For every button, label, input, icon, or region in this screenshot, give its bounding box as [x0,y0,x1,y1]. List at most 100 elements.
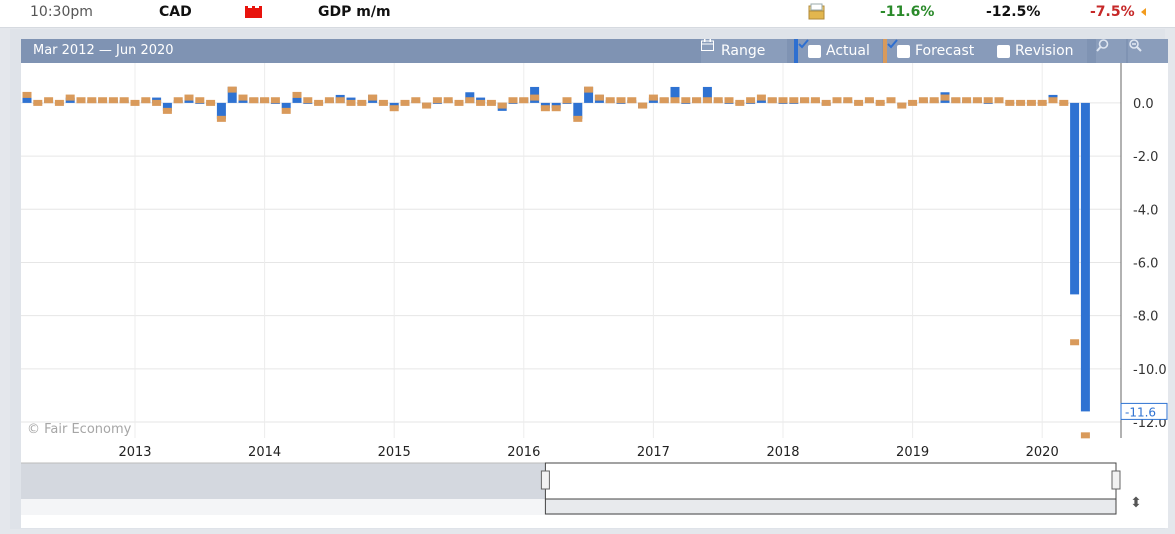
y-tick-label: 0.0 [1133,97,1154,112]
forecast-marker [735,99,745,106]
navigator-selection [544,462,1117,500]
navigator-handle-left [540,470,550,490]
forecast-marker [864,97,874,104]
forecast-marker [184,94,194,101]
forecast-marker [994,97,1004,104]
y-tick-label: -8.0 [1133,310,1158,325]
forecast-marker [897,102,907,109]
event-name: GDP m/m [318,4,391,20]
forecast-marker [627,97,637,104]
zoom-in-button[interactable] [1096,39,1126,63]
forecast-marker [562,97,572,104]
forecast-marker [497,102,507,109]
forecast-marker [162,107,172,114]
revision-label: Revision [1015,43,1074,59]
forecast-marker [972,97,982,104]
forecast-value: -12.5% [986,4,1041,20]
open-detail-icon[interactable] [807,3,827,21]
x-tick-label: 2019 [896,445,929,460]
forecast-marker [659,97,669,104]
forecast-marker [454,99,464,106]
scroll-arrows-icon: ⬍ [1130,495,1142,511]
forecast-label: Forecast [915,43,975,59]
forecast-marker [260,97,270,104]
forecast-marker [54,99,64,106]
forecast-marker [195,97,205,104]
forecast-marker [238,94,248,101]
x-tick-label: 2018 [766,445,799,460]
chart-toolbar: Mar 2012 — Jun 2020 Range Actual Forecas… [21,39,1168,63]
forecast-marker [270,97,280,104]
range-button[interactable]: Range [701,39,787,63]
forecast-marker [594,94,604,101]
forecast-toggle[interactable]: Forecast [883,39,987,63]
forecast-marker [1070,339,1080,346]
x-tick-label: 2017 [637,445,670,460]
range-label: Range [721,43,766,59]
event-row[interactable]: 10:30pm CAD GDP m/m -11.6% -12.5% -7.5% [0,0,1175,28]
forecast-marker [281,107,291,114]
forecast-checkbox[interactable] [887,39,910,58]
forecast-marker [638,102,648,109]
forecast-marker [573,115,583,122]
forecast-marker [141,97,151,104]
forecast-marker [778,97,788,104]
x-tick-label: 2013 [118,445,151,460]
navigator-scrollbar-thumb [544,498,1117,515]
forecast-marker [551,105,561,112]
copyright-text: © Fair Economy [27,422,132,437]
actual-checkbox[interactable] [798,39,821,58]
forecast-marker [346,99,356,106]
y-tick-label: -4.0 [1133,203,1158,218]
chart-area[interactable]: 0.0-2.0-4.0-6.0-8.0-10.0-12.0.2201320142… [21,63,1168,528]
forecast-marker [756,94,766,101]
revised-arrow-icon [1141,8,1146,16]
forecast-marker [378,99,388,106]
actual-value: -11.6% [880,4,935,20]
revision-checkbox[interactable] [997,44,1010,58]
forecast-marker [962,97,972,104]
forecast-marker [1037,99,1047,106]
forecast-marker [303,97,313,104]
revision-toggle[interactable]: Revision [987,39,1087,63]
actual-bar [1070,102,1080,295]
forecast-marker [324,97,334,104]
forecast-marker [1059,99,1069,106]
forecast-marker [810,97,820,104]
y-tick-label: -6.0 [1133,256,1158,271]
forecast-marker [1026,99,1036,106]
x-tick-label: 2016 [507,445,540,460]
chart-panel: Mar 2012 — Jun 2020 Range Actual Forecas… [10,29,1168,529]
forecast-marker [465,97,475,104]
forecast-marker [443,97,453,104]
forecast-marker [940,94,950,101]
forecast-marker [648,94,658,101]
forecast-marker [800,97,810,104]
forecast-marker [832,97,842,104]
forecast-marker [983,97,993,104]
forecast-marker [216,115,226,122]
forecast-marker [616,97,626,104]
forecast-marker [33,99,43,106]
forecast-marker [519,97,529,104]
navigator-handle-right [1111,470,1121,490]
history-chart[interactable]: 0.0-2.0-4.0-6.0-8.0-10.0-12.0.2201320142… [21,63,1168,528]
actual-toggle[interactable]: Actual [794,39,882,63]
forecast-marker [173,97,183,104]
forecast-marker [65,94,75,101]
forecast-marker [605,97,615,104]
forecast-marker [152,99,162,106]
y-tick-label: -10.0 [1133,363,1167,378]
forecast-marker [249,97,259,104]
forecast-marker [335,97,345,104]
forecast-marker [767,97,777,104]
zoom-out-button[interactable] [1128,39,1168,63]
forecast-marker [227,86,237,93]
forecast-marker [843,97,853,104]
forecast-marker [292,91,302,98]
actual-bar [756,100,766,103]
forecast-marker [918,97,928,104]
forecast-marker [1005,99,1015,106]
forecast-marker [875,99,885,106]
x-tick-label: 2020 [1026,445,1059,460]
